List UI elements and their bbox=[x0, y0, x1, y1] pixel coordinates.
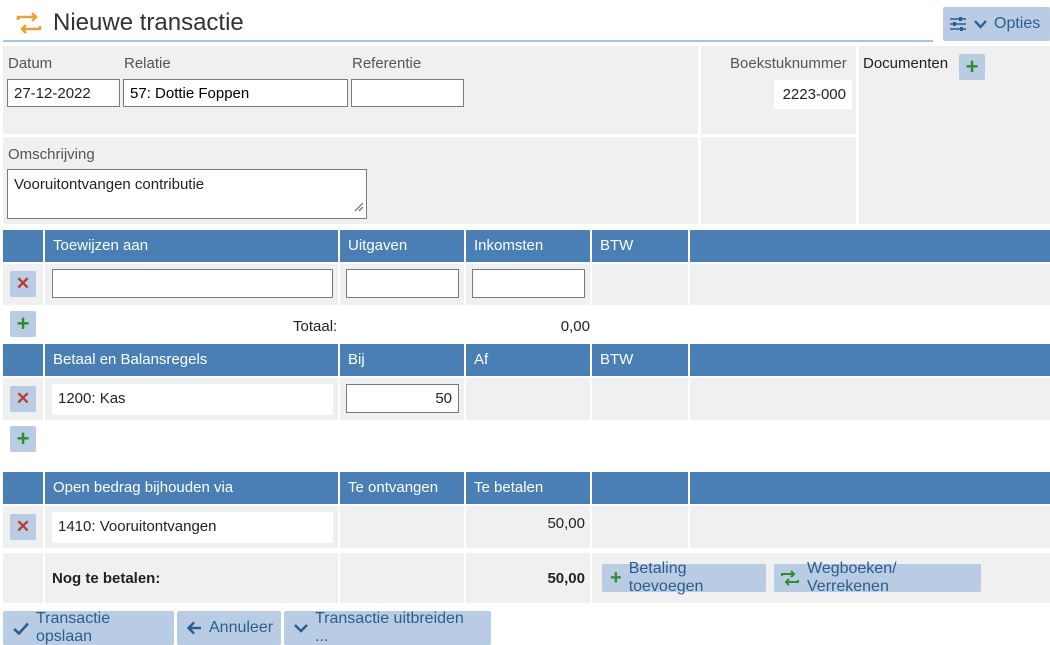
transaction-icon bbox=[14, 10, 44, 36]
betaal-header-extra bbox=[690, 344, 1050, 376]
open-header-spacer bbox=[3, 472, 43, 504]
title-underline bbox=[3, 40, 933, 42]
transactie-opslaan-button[interactable]: Transactie opslaan bbox=[3, 610, 174, 645]
documents-panel bbox=[859, 46, 1050, 224]
open-row-col4-cell bbox=[592, 506, 688, 548]
omschrijving-textarea[interactable]: Vooruitontvangen contributie bbox=[7, 169, 367, 219]
relatie-label: Relatie bbox=[124, 55, 171, 72]
omschrijving-label: Omschrijving bbox=[8, 146, 95, 163]
options-button[interactable]: Opties bbox=[943, 7, 1050, 41]
betaling-toevoegen-button[interactable]: + Betaling toevoegen bbox=[602, 560, 766, 595]
open-header-col4 bbox=[592, 472, 688, 504]
referentie-label: Referentie bbox=[352, 55, 422, 72]
resize-handle-icon bbox=[352, 199, 364, 216]
te-betalen-value: 50,00 bbox=[547, 515, 585, 532]
totaal-value: 0,00 bbox=[560, 318, 590, 335]
toewijzen-header-spacer bbox=[3, 230, 43, 262]
wegboeken-label: Wegboeken/ Verrekenen bbox=[807, 560, 897, 595]
betaal-header-account: Betaal en Balansregels bbox=[45, 344, 338, 376]
totaal-label: Totaal: bbox=[293, 318, 338, 335]
toewijzen-header-extra bbox=[690, 230, 1050, 262]
betaal-row-btw-cell bbox=[592, 378, 688, 420]
toewijzen-header-uitgaven: Uitgaven bbox=[340, 230, 464, 262]
toewijzen-row-btw-cell bbox=[592, 264, 688, 305]
boekstuk-label: Boekstuknummer bbox=[730, 55, 847, 72]
toewijzen-header-inkomsten: Inkomsten bbox=[466, 230, 590, 262]
transactie-uitbreiden-label: Transactie uitbreiden ... bbox=[315, 610, 464, 645]
betaal-row-extra-cell bbox=[690, 378, 1050, 420]
open-account-value: 1410: Vooruitontvangen bbox=[52, 512, 333, 543]
betaal-header-bij: Bij bbox=[340, 344, 464, 376]
add-toewijzen-row-button[interactable]: + bbox=[10, 311, 36, 337]
transfer-icon bbox=[780, 570, 800, 586]
delete-betaal-row-button[interactable]: ✕ bbox=[10, 386, 36, 412]
open-row-te-ontvangen-cell bbox=[340, 506, 464, 548]
arrow-left-icon bbox=[187, 621, 202, 635]
bij-input[interactable]: 50 bbox=[346, 384, 459, 413]
betaal-header-btw: BTW bbox=[592, 344, 688, 376]
documenten-label: Documenten bbox=[863, 55, 949, 72]
options-label: Opties bbox=[994, 15, 1041, 32]
annuleer-label: Annuleer bbox=[209, 619, 274, 636]
open-header-account: Open bedrag bijhouden via bbox=[45, 472, 338, 504]
transactie-uitbreiden-button[interactable]: Transactie uitbreiden ... bbox=[284, 610, 491, 645]
description-panel-2 bbox=[701, 137, 856, 224]
boekstuk-value: 2223-000 bbox=[774, 80, 852, 109]
toewijzen-row-extra-cell bbox=[690, 264, 1050, 305]
transactie-opslaan-label: Transactie opslaan bbox=[36, 610, 111, 645]
betaal-account-value: 1200: Kas bbox=[52, 384, 333, 415]
open-header-extra bbox=[690, 472, 1050, 504]
toewijzen-header-btw: BTW bbox=[592, 230, 688, 262]
sliders-icon bbox=[949, 16, 967, 32]
uitgaven-input[interactable] bbox=[346, 269, 459, 298]
nog-row-col2-cell bbox=[340, 553, 464, 603]
omschrijving-text: Vooruitontvangen contributie bbox=[14, 176, 205, 193]
add-document-button[interactable]: + bbox=[959, 54, 985, 80]
plus-icon: + bbox=[610, 566, 622, 589]
betaal-header-af: Af bbox=[466, 344, 590, 376]
datum-label: Datum bbox=[8, 55, 53, 72]
open-row-extra-cell bbox=[690, 506, 1050, 548]
referentie-input[interactable] bbox=[351, 79, 464, 107]
delete-open-row-button[interactable]: ✕ bbox=[10, 514, 36, 540]
check-icon bbox=[13, 622, 29, 635]
open-header-te-betalen: Te betalen bbox=[466, 472, 590, 504]
inkomsten-input[interactable] bbox=[472, 269, 585, 298]
page-title: Nieuwe transactie bbox=[53, 9, 244, 36]
annuleer-button[interactable]: Annuleer bbox=[177, 611, 281, 645]
betaal-row-af-cell bbox=[466, 378, 590, 420]
nog-row-spacer-cell bbox=[3, 553, 43, 603]
add-betaal-row-button[interactable]: + bbox=[10, 426, 36, 452]
betaal-header-spacer bbox=[3, 344, 43, 376]
chevron-down-icon bbox=[974, 19, 987, 29]
toewijzen-account-input[interactable] bbox=[52, 269, 333, 298]
chevron-down-icon bbox=[294, 623, 308, 633]
open-header-te-ontvangen: Te ontvangen bbox=[340, 472, 464, 504]
wegboeken-button[interactable]: Wegboeken/ Verrekenen bbox=[774, 560, 981, 595]
toewijzen-header-account: Toewijzen aan bbox=[45, 230, 338, 262]
datum-input[interactable]: 27-12-2022 bbox=[7, 79, 120, 107]
nog-te-betalen-label: Nog te betalen: bbox=[52, 570, 161, 587]
nog-te-betalen-value: 50,00 bbox=[547, 570, 585, 587]
delete-row-button[interactable]: ✕ bbox=[10, 271, 36, 297]
betaling-toevoegen-label: Betaling toevoegen bbox=[628, 560, 704, 595]
relatie-input[interactable]: 57: Dottie Foppen bbox=[123, 79, 348, 107]
